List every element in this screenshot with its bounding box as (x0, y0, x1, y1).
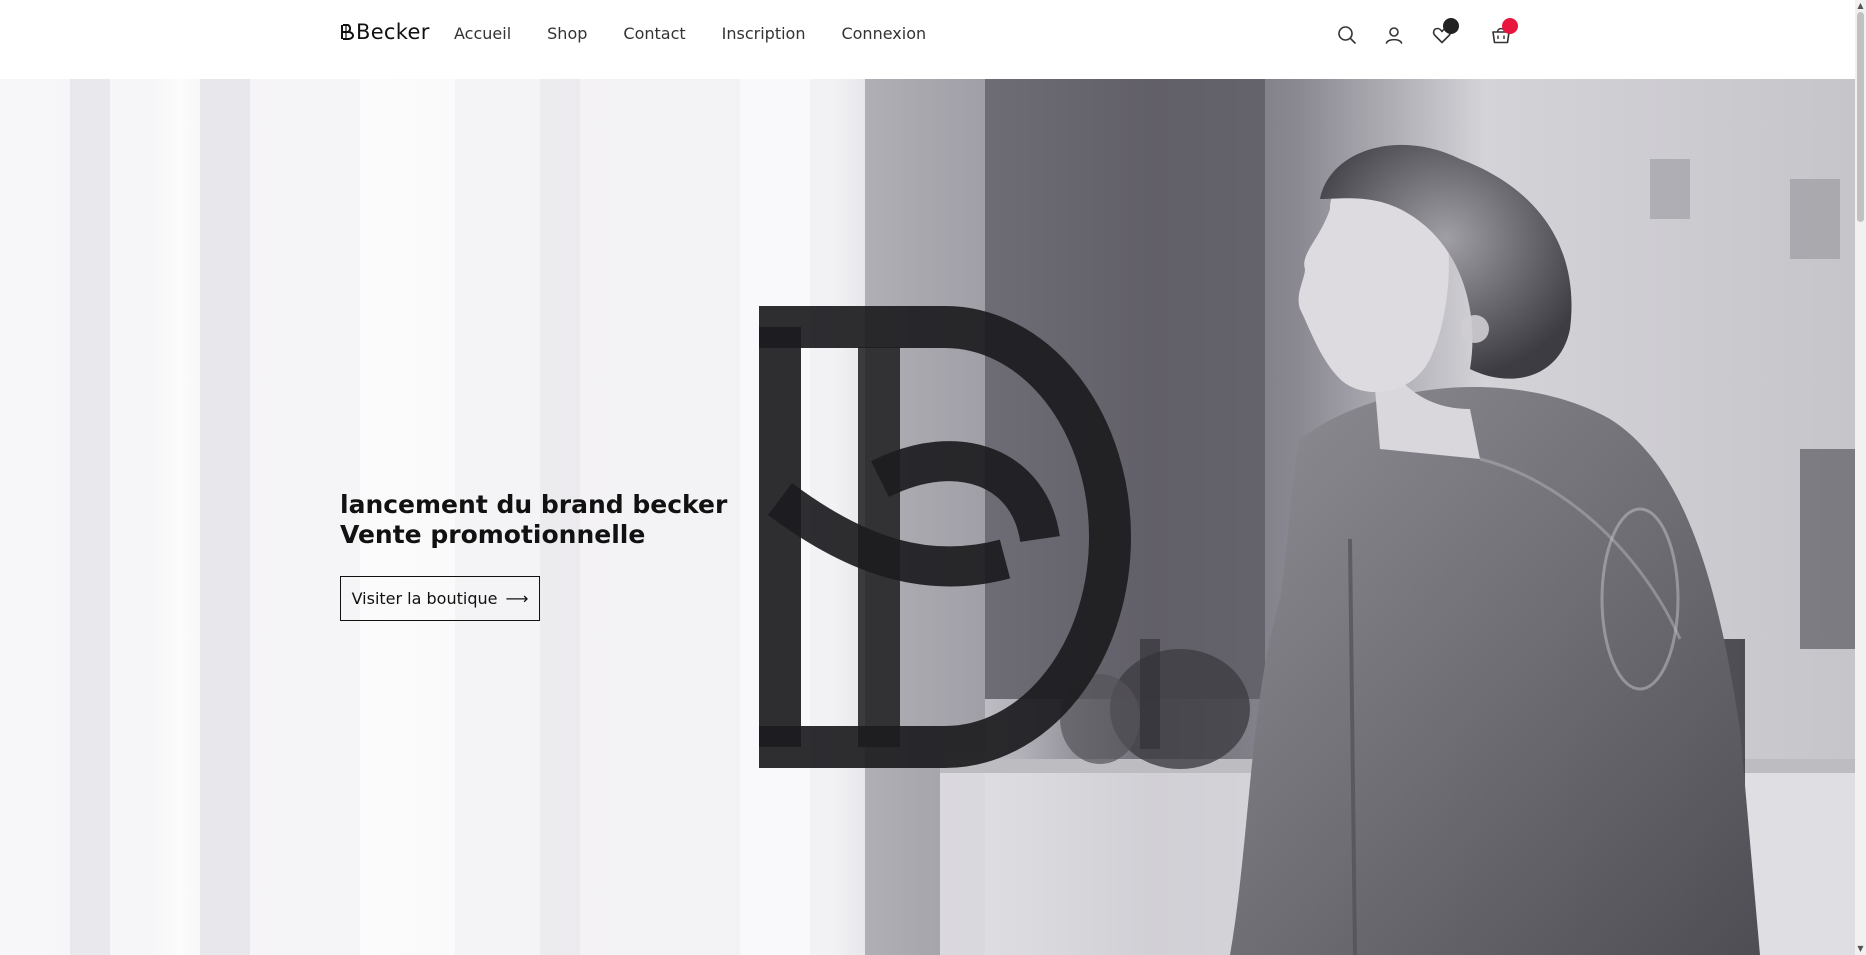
nav-accueil[interactable]: Accueil (454, 22, 511, 46)
nav-shop[interactable]: Shop (547, 22, 587, 46)
becker-monogram-icon (341, 24, 354, 40)
scroll-up-icon[interactable]: ▲ (1855, 0, 1866, 12)
page: Becker Accueil Shop Contact Inscription … (0, 0, 1855, 955)
account-button[interactable] (1383, 24, 1405, 46)
visit-shop-button[interactable]: Visiter la boutique ⟶ (340, 576, 540, 621)
search-icon (1338, 26, 1356, 44)
cart-button[interactable] (1490, 18, 1518, 46)
site-header: Becker Accueil Shop Contact Inscription … (0, 0, 1855, 79)
hero-title: lancement du brand becker Vente promotio… (340, 490, 727, 550)
nav-connexion[interactable]: Connexion (841, 22, 926, 46)
scroll-thumb[interactable] (1857, 12, 1864, 222)
arrow-right-icon: ⟶ (505, 589, 529, 608)
header-actions (1320, 18, 1520, 50)
visit-shop-label: Visiter la boutique (351, 589, 498, 608)
user-icon (1385, 27, 1403, 44)
cart-count-badge (1502, 18, 1518, 34)
nav-contact[interactable]: Contact (623, 22, 685, 46)
main-nav: Accueil Shop Contact Inscription Connexi… (454, 22, 962, 46)
hero-banner: lancement du brand becker Vente promotio… (0, 79, 1855, 955)
hero-title-line-1: lancement du brand becker (340, 490, 728, 519)
nav-inscription[interactable]: Inscription (722, 22, 806, 46)
wishlist-count-badge (1443, 18, 1459, 34)
logo-link[interactable]: Becker (340, 20, 430, 44)
wishlist-button[interactable] (1431, 18, 1459, 46)
becker-monogram-logo (759, 306, 1131, 768)
scroll-down-icon[interactable]: ▼ (1855, 943, 1866, 955)
page-scrollbar[interactable]: ▲ ▼ (1855, 0, 1866, 955)
search-button[interactable] (1336, 24, 1358, 46)
hero-title-line-2: Vente promotionnelle (340, 520, 646, 549)
logo-text: Becker (356, 20, 430, 44)
